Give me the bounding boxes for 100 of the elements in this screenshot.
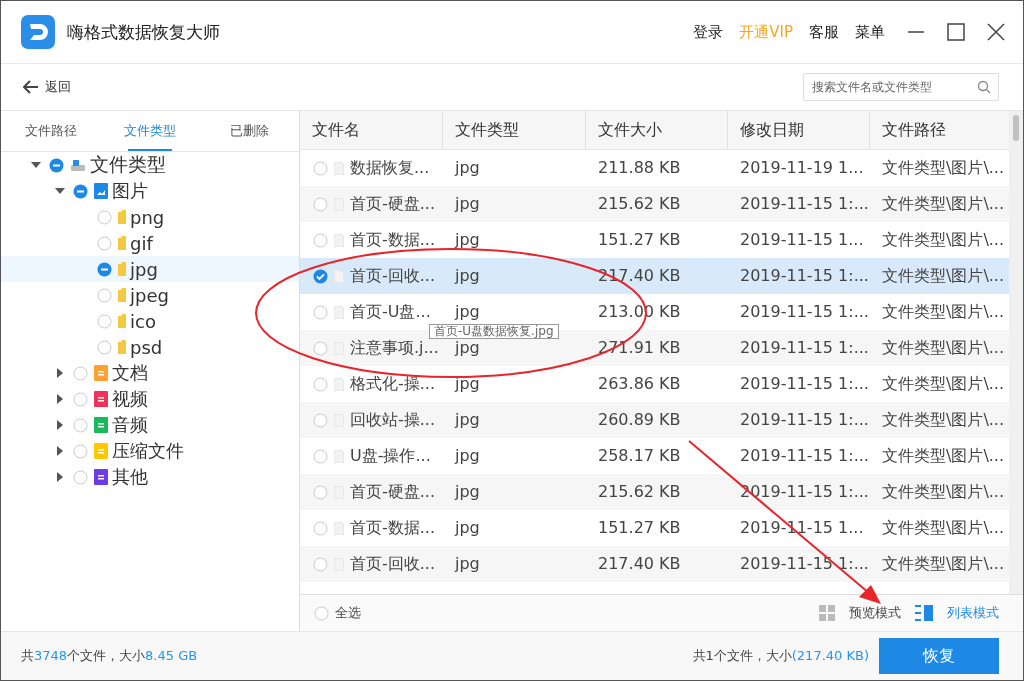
radio-button[interactable]: [97, 235, 112, 251]
tree-item[interactable]: gif: [1, 230, 299, 256]
tree-item[interactable]: 视频: [1, 386, 299, 412]
table-cell: 215.62 KB: [598, 195, 681, 213]
search-field[interactable]: 搜索文件名或文件类型: [803, 73, 999, 101]
tree-item[interactable]: 其他: [1, 464, 299, 490]
tree-item[interactable]: 文档: [1, 360, 299, 386]
table-cell: jpg: [455, 159, 480, 177]
radio-button[interactable]: [73, 417, 88, 433]
menu-link[interactable]: 客服: [809, 22, 839, 42]
menu-link[interactable]: 登录: [693, 22, 724, 42]
tree-label: 文件类型: [90, 152, 166, 177]
radio-button[interactable]: [73, 443, 88, 459]
tree-item[interactable]: ico: [1, 308, 299, 334]
column-header[interactable]: 文件大小: [586, 111, 728, 149]
tree-item[interactable]: 压缩文件: [1, 438, 299, 464]
tree-item[interactable]: jpg: [1, 256, 299, 282]
recover-button[interactable]: 恢复: [879, 638, 999, 674]
table-cell: 2019-11-15 1:...: [740, 267, 869, 285]
radio-button[interactable]: [73, 391, 88, 407]
file-name: 首页-回收...: [350, 265, 436, 287]
radio-button[interactable]: [313, 412, 328, 428]
radio-button[interactable]: [313, 232, 328, 248]
tree-item[interactable]: jpeg: [1, 282, 299, 308]
table-cell: 151.27 KB: [598, 231, 681, 249]
tab[interactable]: 文件类型: [100, 111, 200, 151]
table-cell: 263.86 KB: [598, 375, 681, 393]
folder-icon: [118, 314, 126, 328]
radio-button[interactable]: [313, 268, 328, 284]
tooltip: 首页-U盘数据恢复.jpg: [429, 324, 559, 339]
view-mode-button[interactable]: 预览模式: [819, 604, 901, 622]
select-all-label[interactable]: 全选: [335, 604, 361, 622]
tree-label: 视频: [112, 387, 148, 411]
back-button[interactable]: 返回: [23, 78, 71, 96]
radio-button[interactable]: [313, 448, 328, 464]
tree-item[interactable]: 图片: [1, 178, 299, 204]
radio-button[interactable]: [97, 313, 112, 329]
tree-label: jpg: [130, 258, 158, 280]
file-icon: [334, 305, 344, 319]
table-cell: jpg: [455, 231, 480, 249]
caret-icon[interactable]: [55, 394, 65, 404]
tree-label: 文档: [112, 361, 148, 385]
tab[interactable]: 文件路径: [1, 111, 101, 151]
radio-button[interactable]: [313, 484, 328, 500]
table-cell: 文件类型\图片\...: [882, 519, 1005, 537]
table-cell: jpg: [455, 483, 480, 501]
table-row[interactable]: 回收站-操... jpg 260.89 KB 2019-11-15 1:... 文件类型\图片\...: [300, 402, 1009, 438]
column-header[interactable]: 修改日期: [728, 111, 870, 149]
tree-item[interactable]: 文件类型: [1, 152, 299, 178]
file-name: 首页-硬盘...: [350, 193, 436, 215]
folder-icon: [118, 340, 126, 354]
file-icon: [334, 377, 344, 391]
file-icon: [334, 233, 344, 247]
table-row[interactable]: 首页-回收... jpg 217.40 KB 2019-11-15 1:... 文件类型\图片\...: [300, 546, 1009, 582]
tree-item[interactable]: psd: [1, 334, 299, 360]
radio-button[interactable]: [97, 209, 112, 225]
radio-button[interactable]: [97, 339, 112, 355]
tree-item[interactable]: 音频: [1, 412, 299, 438]
close-icon[interactable]: [987, 23, 1005, 41]
radio-button[interactable]: [73, 365, 88, 381]
tab[interactable]: 已删除: [199, 111, 299, 151]
maximize-icon[interactable]: [947, 23, 965, 41]
tree-label: ico: [130, 310, 156, 332]
caret-icon[interactable]: [55, 472, 65, 482]
table-cell: 260.89 KB: [598, 411, 681, 429]
radio-button[interactable]: [97, 287, 112, 303]
grid-icon: [819, 605, 835, 621]
table-cell: 文件类型\图片\...: [882, 555, 1005, 573]
table-cell: 151.27 KB: [598, 519, 681, 537]
radio-button[interactable]: [73, 183, 88, 199]
radio-button[interactable]: [97, 261, 112, 277]
caret-icon[interactable]: [55, 186, 65, 196]
radio-button[interactable]: [313, 340, 328, 356]
view-mode-button[interactable]: 列表模式: [915, 604, 999, 622]
caret-icon[interactable]: [55, 420, 65, 430]
column-header[interactable]: 文件类型: [443, 111, 586, 149]
radio-button[interactable]: [313, 160, 328, 176]
radio-button[interactable]: [313, 520, 328, 536]
caret-icon[interactable]: [55, 368, 65, 378]
radio-button[interactable]: [49, 157, 64, 173]
radio-button[interactable]: [313, 304, 328, 320]
table-row[interactable]: 首页-硬盘... jpg 215.62 KB 2019-11-15 1:... 文件类型\图片\...: [300, 186, 1009, 222]
column-header[interactable]: 文件名: [300, 111, 443, 149]
table-cell: 2019-11-15 1:...: [740, 375, 869, 393]
caret-icon[interactable]: [31, 160, 41, 170]
table-cell: 2019-11-15 1:...: [740, 195, 869, 213]
table-cell: 2019-11-15 1:...: [740, 411, 869, 429]
drive-icon: [70, 158, 86, 172]
table-cell: 文件类型\图片\...: [882, 339, 1005, 357]
radio-button[interactable]: [314, 605, 329, 621]
radio-button[interactable]: [73, 469, 88, 485]
table-cell: 2019-11-15 1:...: [740, 447, 869, 465]
radio-button[interactable]: [313, 556, 328, 572]
radio-button[interactable]: [313, 376, 328, 392]
file-icon: [334, 449, 344, 463]
menu-link[interactable]: 菜单: [855, 22, 885, 42]
table-cell: jpg: [455, 339, 480, 357]
tree-item[interactable]: png: [1, 204, 299, 230]
radio-button[interactable]: [313, 196, 328, 212]
caret-icon[interactable]: [55, 446, 65, 456]
